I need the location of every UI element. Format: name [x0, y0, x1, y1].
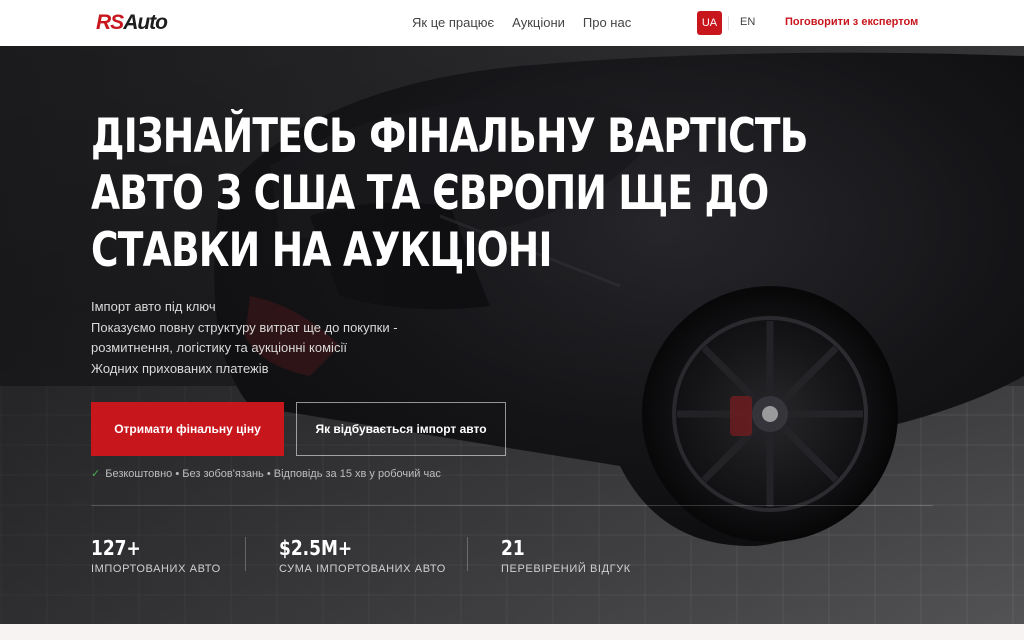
next-section-edge: [0, 624, 1024, 640]
hero-subtitle-line: Імпорт авто під ключ: [91, 299, 216, 314]
lang-en-button[interactable]: EN: [740, 16, 755, 28]
hero-title-line: АВТО З США ТА ЄВРОПИ ЩЕ ДО: [91, 166, 769, 221]
stats-divider: [91, 505, 933, 506]
nav-auctions[interactable]: Аукціони: [512, 15, 565, 30]
stat-reviews: 21 ПЕРЕВІРЕНИЙ ВІДГУК: [501, 537, 631, 575]
talk-to-expert-link[interactable]: Поговорити з експертом: [785, 16, 918, 28]
lang-divider: [728, 16, 729, 30]
stat-imported-sum: $2.5M+ СУМА ІМПОРТОВАНИХ АВТО: [279, 537, 446, 575]
check-icon: ✓: [91, 468, 101, 480]
hero-subtitle-line: Жодних прихованих платежів: [91, 360, 269, 376]
main-nav: Як це працює Аукціони Про нас: [412, 15, 631, 30]
logo[interactable]: RS Auto: [96, 11, 168, 34]
nav-about[interactable]: Про нас: [583, 15, 631, 30]
hero-title-line: ДІЗНАЙТЕСЬ ФІНАЛЬНУ ВАРТІСТЬ: [91, 109, 808, 164]
get-final-price-button[interactable]: Отримати фінальну ціну: [91, 402, 284, 456]
stat-separator: [467, 537, 468, 571]
stat-imported-cars: 127+ ІМПОРТОВАНИХ АВТО: [91, 537, 221, 575]
hero-subtitle-line: Показуємо повну структуру витрат ще до п…: [91, 319, 398, 335]
lang-ua-button[interactable]: UA: [697, 11, 722, 35]
stat-label: ПЕРЕВІРЕНИЙ ВІДГУК: [501, 563, 631, 575]
hero-subtitle: Імпорт авто під ключ Показуємо повну стр…: [91, 297, 398, 379]
stat-value: $2.5M+: [279, 536, 353, 560]
stat-label: ІМПОРТОВАНИХ АВТО: [91, 563, 221, 575]
hero-title: ДІЗНАЙТЕСЬ ФІНАЛЬНУ ВАРТІСТЬ АВТО З США …: [91, 108, 808, 279]
site-header: RS Auto Як це працює Аукціони Про нас UA…: [0, 0, 1024, 46]
stat-label: СУМА ІМПОРТОВАНИХ АВТО: [279, 563, 446, 575]
how-import-works-button[interactable]: Як відбувається імпорт авто: [296, 402, 506, 456]
logo-rs: RS: [96, 11, 124, 34]
hero-section: ДІЗНАЙТЕСЬ ФІНАЛЬНУ ВАРТІСТЬ АВТО З США …: [0, 46, 1024, 624]
trust-note: ✓ Безкоштовно • Без зобов'язань • Відпов…: [91, 467, 441, 481]
stat-value: 21: [501, 536, 525, 560]
trust-text: Безкоштовно • Без зобов'язань • Відповід…: [105, 467, 441, 480]
logo-auto: Auto: [123, 11, 168, 34]
hero-subtitle-line: розмитнення, логістику та аукціонні комі…: [91, 340, 347, 355]
nav-how-it-works[interactable]: Як це працює: [412, 15, 494, 30]
stat-value: 127+: [91, 536, 141, 560]
hero-title-line: СТАВКИ НА АУКЦІОНІ: [91, 223, 552, 278]
stat-separator: [245, 537, 246, 571]
